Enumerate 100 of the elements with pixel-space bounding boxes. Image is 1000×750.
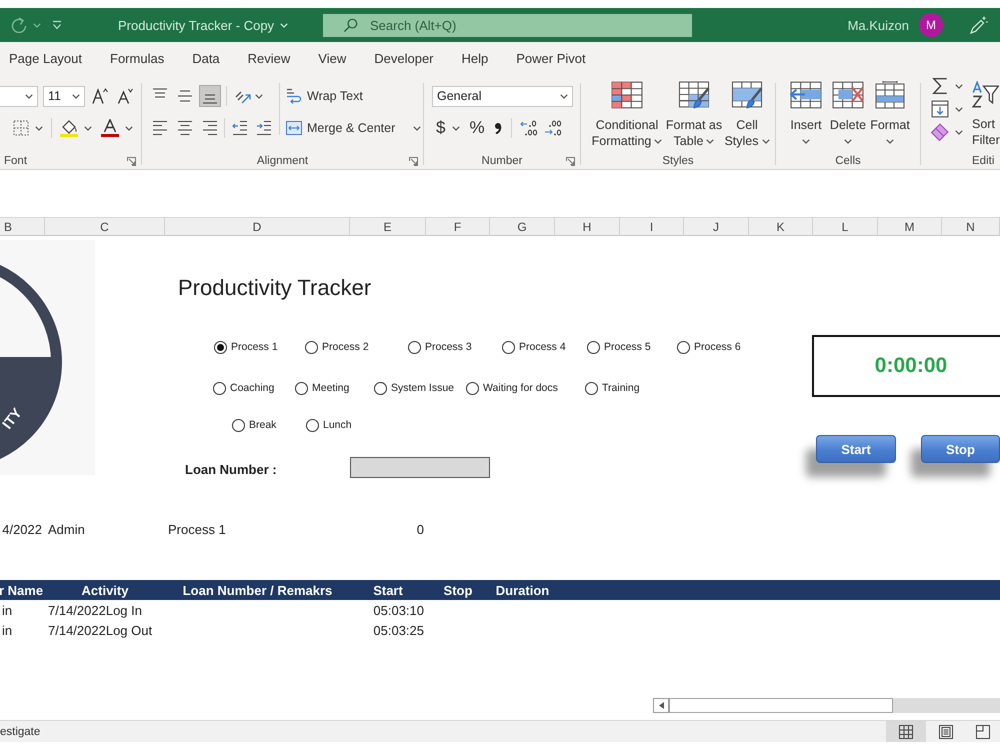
scroll-left-button[interactable] [653, 698, 669, 713]
pen-icon[interactable] [970, 16, 988, 34]
percent-button[interactable]: % [469, 118, 485, 138]
align-top-icon [152, 88, 168, 98]
caret-icon [762, 139, 770, 144]
wrap-text-button[interactable]: Wrap Text [286, 85, 363, 107]
delete-cells-button[interactable]: Delete [827, 75, 869, 153]
normal-view-button[interactable] [886, 721, 926, 742]
radio-button[interactable] [466, 382, 479, 394]
eraser-icon[interactable] [931, 123, 949, 141]
radio-button[interactable] [374, 382, 387, 394]
timer-display: 0:00:00 [812, 335, 1000, 397]
decrease-indent-icon[interactable] [232, 120, 248, 136]
column-header[interactable]: E [350, 218, 426, 236]
column-header[interactable]: F [426, 218, 490, 236]
redo-icon[interactable] [10, 17, 28, 33]
decrease-decimal-icon[interactable] [544, 119, 562, 137]
ribbon-tab[interactable]: Page Layout [9, 51, 82, 66]
column-header[interactable]: H [555, 218, 620, 236]
radio-option[interactable]: Process 3 [408, 339, 472, 355]
font-size-dropdown[interactable]: 11 [43, 86, 85, 106]
grow-font-icon[interactable] [92, 88, 108, 104]
column-header[interactable]: M [878, 218, 942, 236]
ribbon-tab[interactable]: View [318, 51, 346, 66]
horizontal-scrollbar[interactable] [653, 698, 1000, 713]
radio-option[interactable]: Lunch [306, 417, 352, 433]
column-header[interactable]: N [942, 218, 1000, 236]
radio-button[interactable] [587, 340, 600, 354]
dialog-launcher-icon[interactable] [409, 156, 418, 166]
radio-option[interactable]: Training [585, 380, 640, 396]
column-header[interactable]: B [0, 218, 45, 236]
radio-option[interactable]: Break [232, 417, 276, 433]
ribbon-tab[interactable]: Formulas [110, 51, 164, 66]
radio-option[interactable]: System Issue [374, 380, 454, 396]
font-color-icon[interactable] [101, 119, 119, 137]
merge-center-button[interactable]: Merge & Center [286, 117, 422, 139]
search-field[interactable]: Search (Alt+Q) [323, 14, 692, 36]
column-header[interactable]: J [684, 218, 749, 236]
column-header[interactable]: C [45, 218, 165, 236]
start-button[interactable]: Start [816, 435, 896, 463]
borders-icon[interactable] [13, 120, 29, 136]
status-text[interactable]: estigate [0, 726, 40, 738]
comma-style-icon[interactable] [494, 122, 502, 134]
ribbon-tab[interactable]: Data [192, 51, 220, 66]
avatar[interactable]: M [919, 13, 943, 37]
column-header[interactable]: K [749, 218, 813, 236]
column-header[interactable]: G [490, 218, 555, 236]
radio-option[interactable]: Waiting for docs [466, 380, 558, 396]
dialog-launcher-icon[interactable] [127, 156, 136, 166]
radio-button[interactable] [585, 382, 598, 394]
column-heading: Loan Number / Remakrs [182, 582, 334, 600]
radio-button[interactable] [502, 340, 515, 354]
align-right-icon[interactable] [202, 120, 218, 136]
align-bottom-button[interactable] [199, 85, 221, 107]
number-format-dropdown[interactable]: General [432, 86, 573, 106]
format-cells-button[interactable]: Format [869, 75, 911, 153]
currency-button[interactable]: $ [436, 118, 446, 138]
radio-option[interactable]: Coaching [213, 380, 274, 396]
cell-styles-button[interactable]: Cell Styles [723, 75, 771, 153]
dialog-launcher-icon[interactable] [566, 156, 575, 166]
increase-indent-icon[interactable] [256, 120, 272, 136]
radio-option[interactable]: Process 6 [677, 339, 741, 355]
radio-option[interactable]: Process 5 [587, 339, 651, 355]
radio-button[interactable] [408, 340, 421, 354]
ribbon-tab[interactable]: Power Pivot [516, 51, 586, 66]
radio-option[interactable]: Process 4 [502, 339, 566, 355]
stop-button[interactable]: Stop [921, 435, 1000, 463]
window-title: Productivity Tracker - Copy [118, 18, 274, 32]
align-left-icon[interactable] [152, 120, 168, 136]
shrink-font-icon[interactable] [117, 88, 133, 104]
ribbon-tab[interactable]: Developer [374, 51, 434, 66]
radio-button[interactable] [232, 418, 245, 432]
table-styles-button[interactable]: Format as Table [665, 75, 723, 153]
radio-button[interactable] [295, 382, 308, 394]
insert-cells-button[interactable]: Insert [785, 75, 827, 153]
loan-number-field[interactable] [350, 457, 490, 478]
column-header[interactable]: L [813, 218, 878, 236]
radio-button[interactable] [214, 340, 227, 354]
radio-option[interactable]: Process 1 [214, 339, 278, 355]
scrollbar-thumb[interactable] [669, 698, 893, 713]
column-header[interactable]: I [620, 218, 684, 236]
sum-icon[interactable] [931, 77, 949, 95]
line-caret-icon[interactable] [52, 20, 62, 30]
radio-button[interactable] [677, 340, 690, 354]
increase-decimal-icon[interactable] [520, 119, 538, 137]
radio-button[interactable] [305, 340, 318, 354]
ribbon-tab[interactable]: Review [248, 51, 290, 66]
ribbon-tab[interactable]: Help [462, 51, 488, 66]
radio-option[interactable]: Meeting [295, 380, 350, 396]
align-center-icon[interactable] [177, 120, 193, 136]
radio-button[interactable] [213, 382, 226, 394]
fill-color-icon[interactable] [60, 119, 78, 137]
merge-cells-icon [286, 120, 302, 136]
column-header[interactable]: D [165, 218, 350, 236]
fill-down-icon[interactable] [931, 100, 949, 118]
radio-button[interactable] [306, 418, 319, 432]
radio-option[interactable]: Process 2 [305, 339, 369, 355]
sort-filter-button[interactable]: Sort Filter [972, 75, 1000, 153]
conditional-styles-button[interactable]: Conditional Formatting [589, 75, 665, 153]
activity-cell: Log In [106, 602, 142, 618]
